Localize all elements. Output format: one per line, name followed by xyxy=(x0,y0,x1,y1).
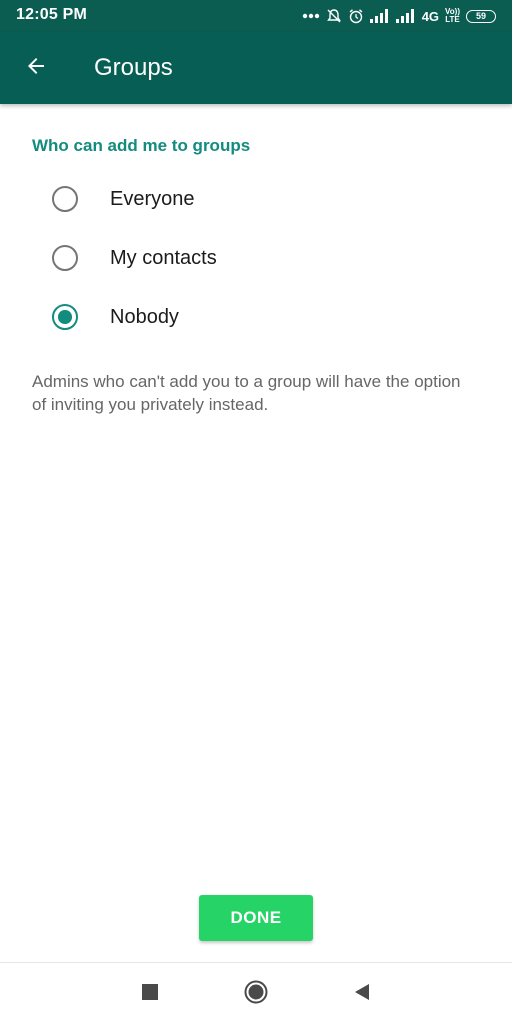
section-header: Who can add me to groups xyxy=(32,136,251,155)
status-time: 12:05 PM xyxy=(16,6,87,23)
back-nav-button[interactable] xyxy=(345,977,379,1011)
description-text: Admins who can't add you to a group will… xyxy=(32,372,461,414)
recents-button[interactable] xyxy=(133,977,167,1011)
status-bar: 12:05 PM 4G Vo)) LTE 59 xyxy=(0,0,512,32)
battery-level: 59 xyxy=(475,10,486,21)
radio-option-nobody[interactable]: Nobody xyxy=(0,289,512,345)
signal-2-icon xyxy=(395,9,416,23)
back-button[interactable] xyxy=(14,46,58,90)
volte-bottom-label: LTE xyxy=(445,15,460,24)
screen: 12:05 PM 4G Vo)) LTE 59 Groups Who can a… xyxy=(0,0,512,1024)
home-circle-icon xyxy=(244,980,268,1009)
recents-square-icon xyxy=(142,983,158,1005)
navigation-bar xyxy=(0,962,512,1024)
radio-label: Nobody xyxy=(110,305,179,328)
radio-button[interactable] xyxy=(52,245,78,271)
battery-icon: 59 xyxy=(466,9,496,23)
radio-button[interactable] xyxy=(52,186,78,212)
arrow-left-icon xyxy=(24,54,48,83)
notifications-off-icon xyxy=(326,8,342,24)
more-dots-icon xyxy=(302,13,320,19)
radio-button-selected[interactable] xyxy=(52,304,78,330)
app-bar: Groups xyxy=(0,32,512,104)
radio-label: Everyone xyxy=(110,187,195,210)
network-type: 4G xyxy=(421,8,440,24)
back-triangle-icon xyxy=(353,983,371,1006)
page-title: Groups xyxy=(94,54,173,81)
home-button[interactable] xyxy=(239,977,273,1011)
signal-1-icon xyxy=(369,9,390,23)
alarm-icon xyxy=(348,8,364,24)
done-button[interactable]: DONE xyxy=(199,895,313,941)
radio-option-my-contacts[interactable]: My contacts xyxy=(0,230,512,286)
radio-option-everyone[interactable]: Everyone xyxy=(0,171,512,227)
radio-label: My contacts xyxy=(110,246,217,269)
volte-icon: Vo)) LTE xyxy=(445,8,460,24)
status-icons: 4G Vo)) LTE 59 xyxy=(302,6,496,26)
